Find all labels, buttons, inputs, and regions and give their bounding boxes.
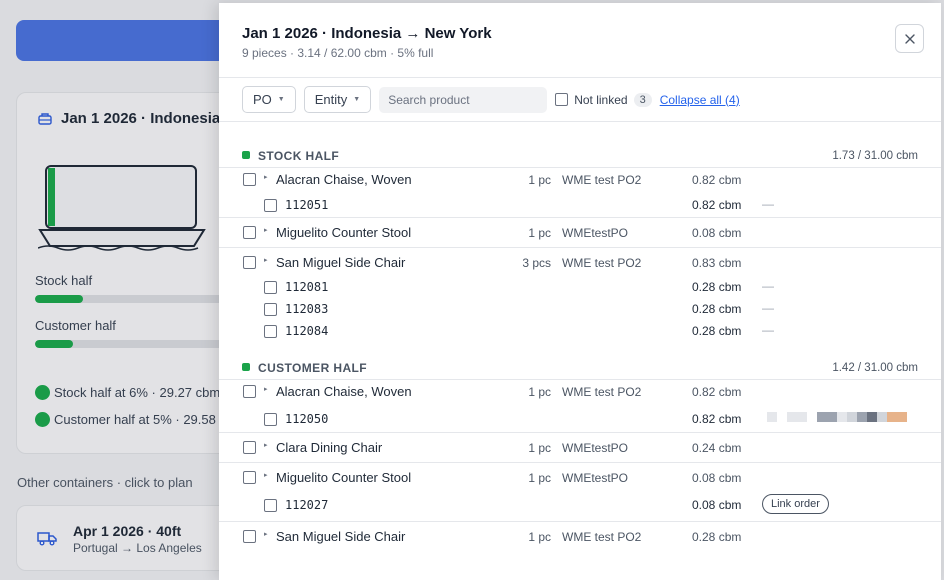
container-detail-drawer: Jan 1 2026 · Indonesia → New York 9 piec… [219,3,941,580]
close-button[interactable] [895,24,924,53]
expand-caret-icon[interactable]: ▸ [264,226,268,234]
product-row[interactable]: ▸ Miguelito Counter Stool 1 pc WMEtestPO… [219,462,941,492]
row-checkbox[interactable] [243,441,256,454]
expand-caret-icon[interactable]: ▸ [264,530,268,538]
item-checkbox[interactable] [264,325,277,338]
green-square-icon [242,151,250,159]
row-checkbox[interactable] [243,173,256,186]
item-row[interactable]: 112027 0.08 cbm Link order [219,494,941,516]
expand-caret-icon[interactable]: ▸ [264,385,268,393]
row-checkbox[interactable] [243,530,256,543]
product-row[interactable]: ▸ San Miguel Side Chair 3 pcs WME test P… [219,247,941,277]
collapse-all-link[interactable]: Collapse all (4) [660,93,740,107]
drawer-subtitle: 9 pieces · 3.14 / 62.00 cbm · 5% full [242,46,434,60]
row-checkbox[interactable] [243,256,256,269]
item-checkbox[interactable] [264,281,277,294]
not-linked-count-badge: 3 [633,92,652,107]
expand-caret-icon[interactable]: ▸ [264,256,268,264]
product-row[interactable]: ▸ San Miguel Side Chair 1 pc WME test PO… [219,521,941,551]
product-row[interactable]: ▸ Clara Dining Chair 1 pc WMEtestPO 0.24… [219,432,941,462]
filter-toolbar: PO▼ Entity▼ Not linked 3 Collapse all (4… [242,86,740,113]
caret-down-icon: ▼ [353,96,361,103]
expand-caret-icon[interactable]: ▸ [264,441,268,449]
row-checkbox[interactable] [243,226,256,239]
green-square-icon [242,363,250,371]
expand-caret-icon[interactable]: ▸ [264,471,268,479]
link-order-button[interactable]: Link order [762,494,829,514]
product-row[interactable]: ▸ Alacran Chaise, Woven 1 pc WME test PO… [219,165,941,195]
item-row[interactable]: 112081 0.28 cbm — [219,276,941,298]
expand-caret-icon[interactable]: ▸ [264,173,268,181]
product-row[interactable]: ▸ Miguelito Counter Stool 1 pc WMEtestPO… [219,217,941,247]
row-checkbox[interactable] [243,471,256,484]
item-checkbox[interactable] [264,413,277,426]
not-linked-checkbox[interactable] [555,93,569,106]
item-row[interactable]: 112050 0.82 cbm [219,408,941,430]
item-row[interactable]: 112084 0.28 cbm — [219,320,941,342]
not-linked-filter[interactable]: Not linked 3 [555,92,652,107]
row-checkbox[interactable] [243,385,256,398]
item-row[interactable]: 112083 0.28 cbm — [219,298,941,320]
entity-filter-dropdown[interactable]: Entity ▼ [303,86,372,113]
item-row[interactable]: 112051 0.82 cbm — [219,194,941,216]
product-row[interactable]: ▸ Alacran Chaise, Woven 1 pc WME test PO… [219,377,941,407]
drawer-title: Jan 1 2026 · Indonesia → New York [242,25,492,42]
caret-down-icon: ▼ [277,96,285,103]
header-divider [219,77,941,78]
close-icon [904,33,915,44]
toolbar-divider [219,121,941,122]
item-checkbox[interactable] [264,199,277,212]
item-checkbox[interactable] [264,499,277,512]
search-input[interactable] [379,86,548,113]
item-checkbox[interactable] [264,303,277,316]
redacted-order-info [767,412,907,422]
po-filter-dropdown[interactable]: PO ▼ [242,86,296,113]
